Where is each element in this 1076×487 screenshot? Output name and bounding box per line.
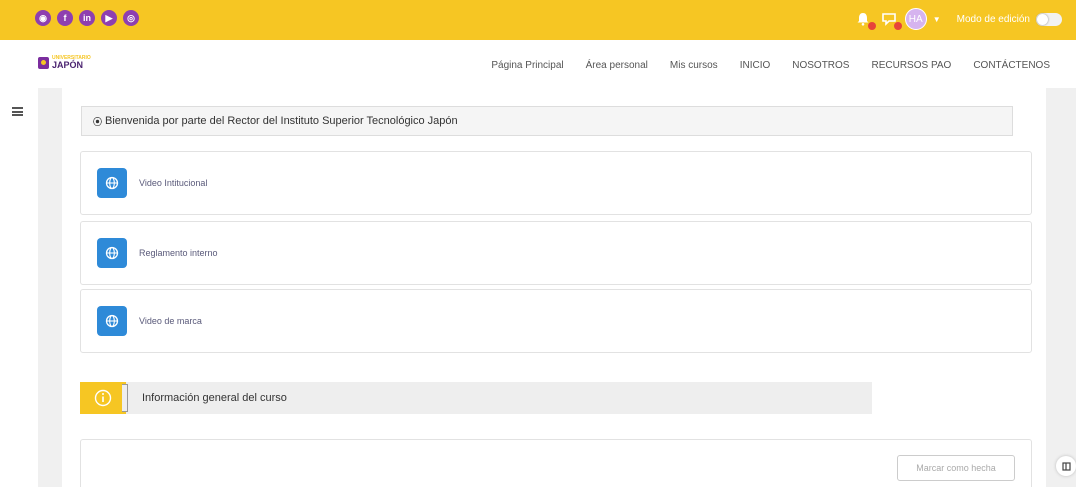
nav-item-pagina-principal[interactable]: Página Principal (491, 60, 563, 71)
activity-reglamento-interno[interactable]: Reglamento interno (80, 221, 1032, 285)
site-header: UNIVERSITARIO JAPÓN Página Principal Áre… (0, 40, 1076, 88)
edit-mode-label: Modo de edición (956, 13, 1030, 25)
youtube-icon[interactable]: ▶ (101, 10, 117, 26)
activity-label[interactable]: Video Intitucional (139, 178, 207, 188)
activity-label[interactable]: Video de marca (139, 316, 202, 326)
nav-item-mis-cursos[interactable]: Mis cursos (670, 60, 718, 71)
course-info-box: Marcar como hecha (80, 439, 1032, 487)
welcome-title: Bienvenida por parte del Rector del Inst… (105, 115, 458, 127)
panel-icon (1061, 461, 1071, 471)
nav-item-contactenos[interactable]: CONTÁCTENOS (973, 60, 1050, 71)
user-controls: HA ▼ Modo de edición (853, 8, 1062, 30)
url-globe-icon (97, 238, 127, 268)
mark-as-done-button[interactable]: Marcar como hecha (897, 455, 1015, 481)
linkedin-icon[interactable]: in (79, 10, 95, 26)
facebook-icon[interactable]: f (57, 10, 73, 26)
site-logo[interactable]: UNIVERSITARIO JAPÓN (38, 56, 91, 70)
nav-item-area-personal[interactable]: Área personal (586, 60, 648, 71)
toggle-knob (1037, 13, 1048, 25)
instagram-icon[interactable]: ◎ (123, 10, 139, 26)
logo-mark-icon (38, 57, 49, 69)
url-globe-icon (97, 168, 127, 198)
main-nav: Página Principal Área personal Mis curso… (491, 60, 1050, 71)
edit-mode-toggle[interactable] (1036, 12, 1062, 26)
nav-item-recursos-pao[interactable]: RECURSOS PAO (871, 60, 951, 71)
welcome-section-header[interactable]: ⦿ Bienvenida por parte del Rector del In… (81, 106, 1013, 136)
nav-item-inicio[interactable]: INICIO (740, 60, 771, 71)
social-links: ◉ f in ▶ ◎ (35, 10, 139, 26)
activity-label[interactable]: Reglamento interno (139, 248, 218, 258)
user-avatar[interactable]: HA (904, 8, 927, 30)
activity-video-institucional[interactable]: Video Intitucional (80, 151, 1032, 215)
chevron-down-icon[interactable]: ▼ (933, 15, 941, 24)
url-globe-icon (97, 306, 127, 336)
course-index-toggle-icon[interactable] (12, 107, 23, 116)
web-icon[interactable]: ◉ (35, 10, 51, 26)
help-drawer-button[interactable] (1056, 456, 1076, 476)
notification-badge (867, 22, 876, 30)
top-bar: ◉ f in ▶ ◎ HA ▼ Modo de edición (0, 0, 1076, 40)
nav-item-nosotros[interactable]: NOSOTROS (792, 60, 849, 71)
activity-video-de-marca[interactable]: Video de marca (80, 289, 1032, 353)
collapse-bullet-icon: ⦿ (93, 116, 103, 127)
info-section-title: Información general del curso (142, 392, 287, 404)
logo-text-bottom: JAPÓN (52, 60, 84, 70)
info-icon (80, 382, 128, 414)
message-badge (893, 22, 902, 30)
info-divider (122, 384, 128, 412)
logo-text: UNIVERSITARIO JAPÓN (52, 56, 91, 70)
messages-button[interactable] (879, 9, 902, 30)
left-drawer-strip (0, 88, 38, 487)
course-info-section[interactable]: Información general del curso (80, 382, 872, 414)
course-content: ⦿ Bienvenida por parte del Rector del In… (62, 88, 1046, 487)
notifications-button[interactable] (853, 9, 876, 30)
